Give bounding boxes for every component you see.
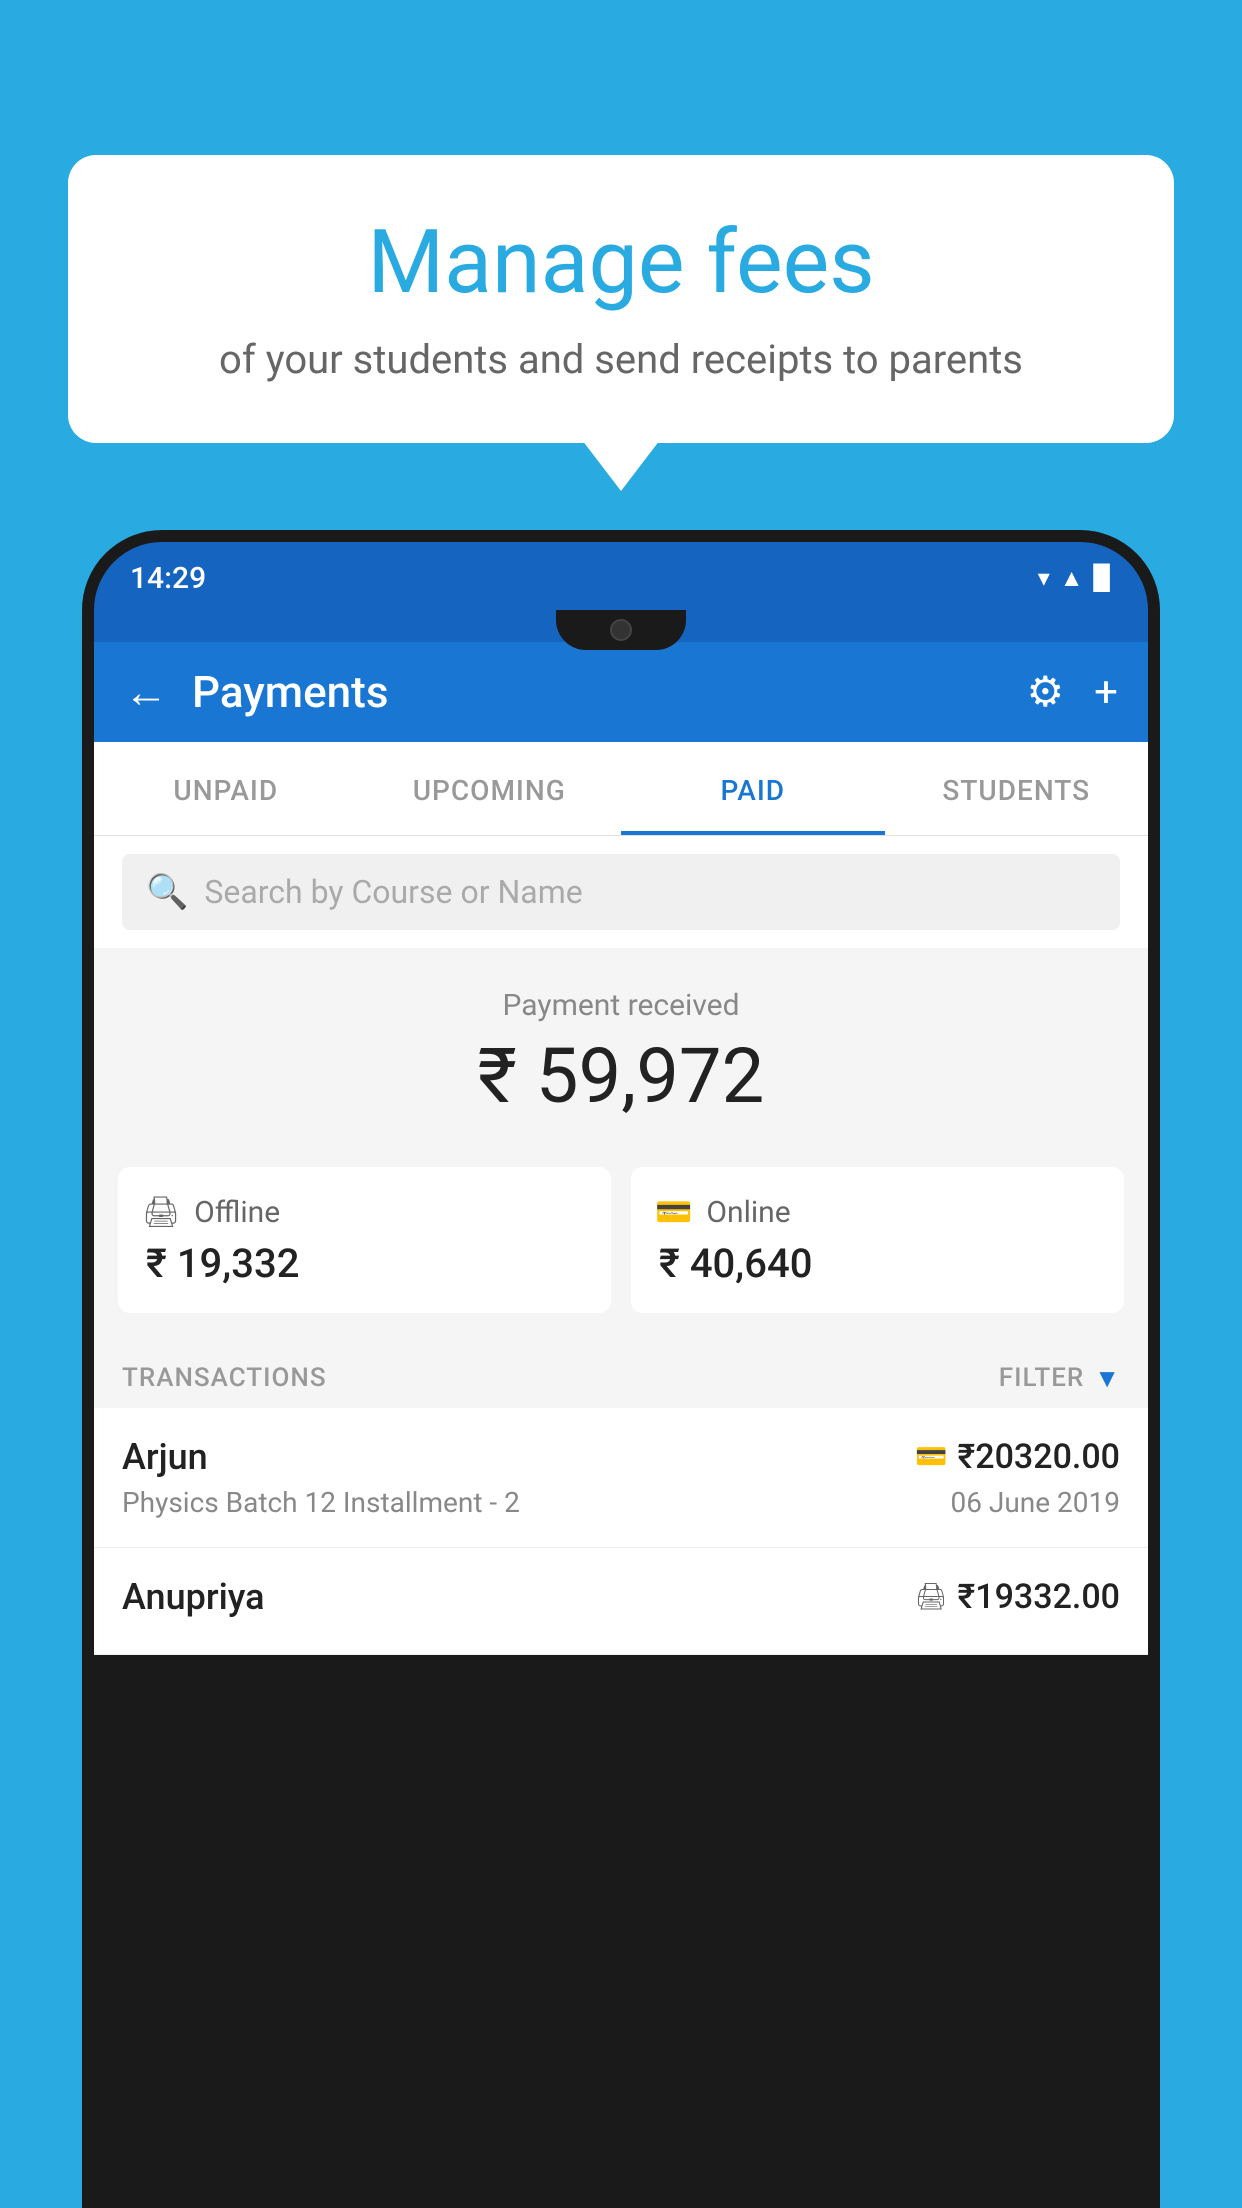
table-row[interactable]: Arjun 💳 ₹20320.00 Physics Batch 12 Insta… xyxy=(94,1408,1148,1548)
online-icon: 💳 xyxy=(655,1195,692,1230)
offline-card-top: 🖨 Offline xyxy=(142,1195,587,1230)
filter-label: FILTER xyxy=(999,1363,1084,1393)
page-title: Payments xyxy=(192,666,1027,718)
app-header: ← Payments ⚙ + xyxy=(94,642,1148,742)
filter-wrap[interactable]: FILTER ▼ xyxy=(999,1363,1120,1394)
search-icon: 🔍 xyxy=(146,872,188,912)
battery-icon: ▉ xyxy=(1094,564,1112,592)
online-amount: ₹ 40,640 xyxy=(655,1240,1100,1287)
transaction-top: Arjun 💳 ₹20320.00 xyxy=(122,1436,1120,1478)
transaction-amount: ₹19332.00 xyxy=(958,1577,1120,1617)
transactions-header: TRANSACTIONS FILTER ▼ xyxy=(94,1343,1148,1408)
search-input[interactable]: Search by Course or Name xyxy=(204,873,582,911)
back-button[interactable]: ← xyxy=(124,666,168,718)
payment-summary: Payment received ₹ 59,972 xyxy=(94,948,1148,1147)
offline-icon: 🖨 xyxy=(142,1195,180,1230)
payment-received-amount: ₹ 59,972 xyxy=(114,1035,1128,1119)
transactions-label: TRANSACTIONS xyxy=(122,1363,327,1393)
tab-upcoming[interactable]: UPCOMING xyxy=(358,742,622,835)
tab-students[interactable]: STUDENTS xyxy=(885,742,1149,835)
table-row[interactable]: Anupriya 🖨 ₹19332.00 xyxy=(94,1548,1148,1655)
transaction-amount: ₹20320.00 xyxy=(958,1437,1120,1477)
bubble-subtitle: of your students and send receipts to pa… xyxy=(118,332,1124,388)
payment-received-label: Payment received xyxy=(114,988,1128,1023)
transaction-top: Anupriya 🖨 ₹19332.00 xyxy=(122,1576,1120,1618)
notch-bar xyxy=(94,610,1148,642)
online-label: Online xyxy=(706,1195,790,1230)
signal-icon: ▲ xyxy=(1060,564,1084,593)
wifi-icon: ▾ xyxy=(1038,564,1050,592)
status-icons: ▾ ▲ ▉ xyxy=(1038,564,1112,593)
student-name: Anupriya xyxy=(122,1576,265,1618)
transaction-bottom: Physics Batch 12 Installment - 2 06 June… xyxy=(122,1486,1120,1519)
status-bar: 14:29 ▾ ▲ ▉ xyxy=(94,542,1148,610)
tab-unpaid[interactable]: UNPAID xyxy=(94,742,358,835)
card-icon: 💳 xyxy=(915,1442,947,1472)
phone-frame: 14:29 ▾ ▲ ▉ ← Payments ⚙ + UNPAID UPCOMI… xyxy=(82,530,1160,2208)
screen-content: 🔍 Search by Course or Name Payment recei… xyxy=(94,836,1148,1655)
online-card-top: 💳 Online xyxy=(655,1195,1100,1230)
offline-payment-icon: 🖨 xyxy=(915,1582,948,1612)
bubble-title: Manage fees xyxy=(118,215,1124,312)
payment-cards: 🖨 Offline ₹ 19,332 💳 Online ₹ 40,640 xyxy=(94,1147,1148,1343)
transaction-date: 06 June 2019 xyxy=(950,1486,1120,1519)
offline-label: Offline xyxy=(194,1195,280,1230)
header-actions: ⚙ + xyxy=(1027,667,1119,717)
speech-bubble: Manage fees of your students and send re… xyxy=(68,155,1174,443)
search-input-wrap[interactable]: 🔍 Search by Course or Name xyxy=(122,854,1120,930)
status-time: 14:29 xyxy=(130,561,206,596)
add-icon[interactable]: + xyxy=(1094,668,1118,717)
settings-icon[interactable]: ⚙ xyxy=(1027,667,1065,717)
student-name: Arjun xyxy=(122,1436,208,1478)
filter-icon: ▼ xyxy=(1094,1363,1120,1394)
amount-wrap: 🖨 ₹19332.00 xyxy=(915,1577,1120,1617)
search-bar: 🔍 Search by Course or Name xyxy=(94,836,1148,948)
transaction-list: Arjun 💳 ₹20320.00 Physics Batch 12 Insta… xyxy=(94,1408,1148,1655)
amount-wrap: 💳 ₹20320.00 xyxy=(915,1437,1120,1477)
tab-paid[interactable]: PAID xyxy=(621,742,885,835)
tabs-bar: UNPAID UPCOMING PAID STUDENTS xyxy=(94,742,1148,836)
online-card: 💳 Online ₹ 40,640 xyxy=(631,1167,1124,1313)
offline-amount: ₹ 19,332 xyxy=(142,1240,587,1287)
offline-card: 🖨 Offline ₹ 19,332 xyxy=(118,1167,611,1313)
course-info: Physics Batch 12 Installment - 2 xyxy=(122,1486,520,1519)
notch xyxy=(556,610,686,650)
camera-dot xyxy=(610,619,632,641)
